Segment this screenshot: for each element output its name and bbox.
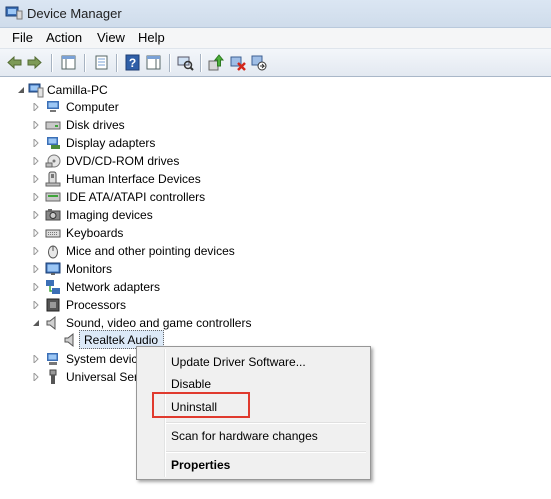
uninstall-highlight-box: [152, 392, 250, 418]
tree-item-label: Network adapters: [66, 280, 161, 294]
forward-arrow-icon[interactable]: [26, 54, 43, 71]
expand-arrow-icon[interactable]: [32, 157, 40, 165]
title-bar: Device Manager: [0, 0, 551, 28]
tree-item-label: Keyboards: [66, 226, 124, 240]
menu-separator: [166, 451, 366, 453]
show-hide-console-tree-icon[interactable]: [60, 54, 77, 71]
toolbar: ?: [0, 48, 551, 77]
menu-bar: File Action View Help: [0, 28, 551, 48]
expand-arrow-icon[interactable]: [32, 193, 40, 201]
window-title: Device Manager: [27, 6, 122, 21]
expand-arrow-icon[interactable]: [32, 373, 40, 381]
update-driver-menu-item[interactable]: Update Driver Software...: [171, 355, 306, 369]
menu-file[interactable]: File: [10, 30, 35, 45]
svg-text:?: ?: [129, 56, 136, 70]
collapse-arrow-icon[interactable]: [32, 319, 40, 327]
keyboard-icon: [45, 229, 61, 238]
tree-item-label: Processors: [66, 298, 127, 312]
collapse-arrow-icon[interactable]: [17, 86, 25, 94]
back-arrow-icon[interactable]: [6, 54, 23, 71]
hid-icon: [45, 171, 61, 187]
processor-icon: [46, 298, 60, 312]
speaker-icon: [46, 315, 56, 331]
update-driver-icon[interactable]: [207, 54, 224, 71]
display-adapter-icon: [47, 137, 60, 149]
mouse-icon: [48, 245, 58, 259]
tree-item-label: Disk drives: [66, 118, 125, 132]
usb-icon: [49, 369, 57, 384]
help-icon[interactable]: ?: [124, 54, 141, 71]
tree-item-label: Human Interface Devices: [66, 172, 201, 186]
expand-arrow-icon[interactable]: [32, 139, 40, 147]
menu-separator: [166, 422, 366, 424]
camera-icon: [45, 209, 61, 221]
tree-item-label: Monitors: [66, 262, 113, 276]
tree-item-label: IDE ATA/ATAPI controllers: [66, 190, 206, 204]
expand-arrow-icon[interactable]: [32, 283, 40, 291]
tree-item-label: Mice and other pointing devices: [66, 244, 235, 258]
tree-item-label: DVD/CD-ROM drives: [66, 154, 180, 168]
disk-drive-icon: [45, 121, 61, 130]
menu-help[interactable]: Help: [136, 30, 167, 45]
uninstall-icon[interactable]: [229, 54, 246, 71]
expand-arrow-icon[interactable]: [32, 103, 40, 111]
computer-icon: [47, 101, 59, 112]
system-icon: [47, 353, 58, 365]
tree-item-label: Imaging devices: [66, 208, 153, 222]
action-pane-icon[interactable]: [145, 54, 162, 71]
expand-arrow-icon[interactable]: [32, 121, 40, 129]
expand-arrow-icon[interactable]: [32, 265, 40, 273]
scan-hardware-menu-item[interactable]: Scan for hardware changes: [171, 429, 318, 443]
network-icon: [46, 280, 60, 294]
tree-root-label: Camilla-PC: [47, 83, 108, 97]
disable-device-icon[interactable]: [250, 54, 267, 71]
expand-arrow-icon[interactable]: [32, 247, 40, 255]
expand-arrow-icon[interactable]: [32, 301, 40, 309]
ide-controller-icon: [45, 192, 61, 202]
menu-view[interactable]: View: [95, 30, 127, 45]
expand-arrow-icon[interactable]: [32, 211, 40, 219]
scan-hardware-icon[interactable]: [177, 54, 194, 71]
dvd-drive-icon: [45, 154, 61, 168]
device-manager-icon: [5, 6, 23, 20]
properties-menu-item[interactable]: Properties: [171, 458, 230, 472]
tree-item-label: Universal Seri: [66, 370, 141, 384]
monitor-icon: [45, 262, 61, 275]
tree-item-label: Display adapters: [66, 136, 156, 150]
expand-arrow-icon[interactable]: [32, 355, 40, 363]
expand-arrow-icon[interactable]: [32, 229, 40, 237]
properties-icon[interactable]: [93, 54, 110, 71]
tree-item-label: System devic: [66, 352, 138, 366]
tree-item-label: Computer: [66, 100, 119, 114]
expand-arrow-icon[interactable]: [32, 175, 40, 183]
speaker-icon: [64, 332, 74, 348]
computer-icon: [28, 83, 44, 98]
menu-action[interactable]: Action: [44, 30, 84, 45]
disable-menu-item[interactable]: Disable: [171, 377, 211, 391]
